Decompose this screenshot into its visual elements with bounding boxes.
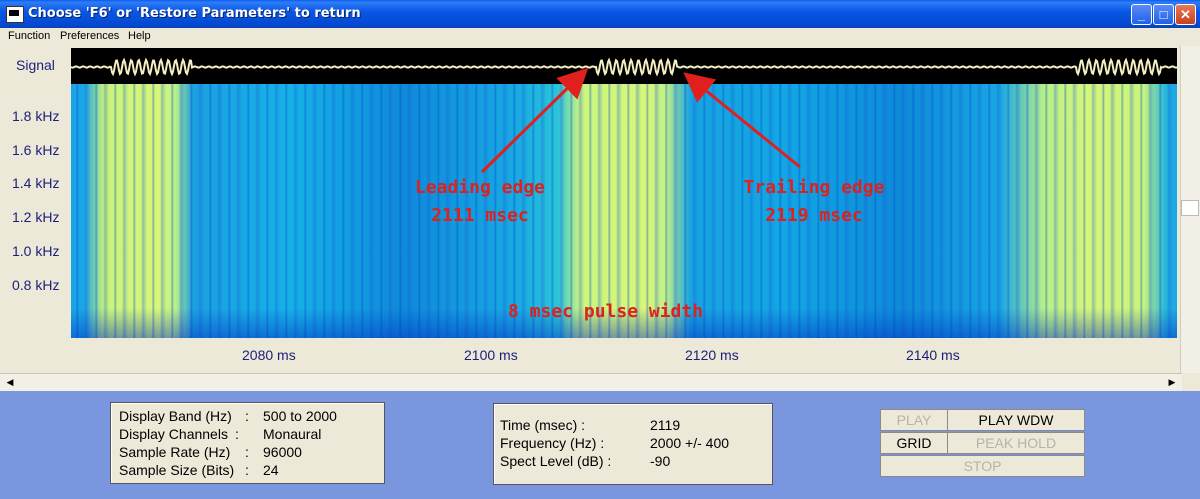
grid-button[interactable]: GRID bbox=[880, 432, 948, 454]
pulse-width-annotation: 8 msec pulse width bbox=[508, 301, 704, 322]
cursor-label: Frequency (Hz) : bbox=[500, 435, 605, 451]
info-value: 24 bbox=[263, 462, 279, 478]
y-tick-label: 1.8 kHz bbox=[12, 108, 60, 124]
trailing-edge-time: 2119 msec bbox=[765, 205, 863, 226]
info-label: Sample Rate (Hz) bbox=[119, 444, 231, 460]
x-tick-label: 2140 ms bbox=[906, 347, 960, 363]
y-tick-label: 1.0 kHz bbox=[12, 243, 60, 259]
x-tick-label: 2100 ms bbox=[464, 347, 518, 363]
minimize-button[interactable]: _ bbox=[1131, 4, 1152, 25]
info-label: Sample Size (Bits) bbox=[119, 462, 235, 478]
y-tick-label: 1.4 kHz bbox=[12, 175, 60, 191]
info-label: Display Band (Hz) bbox=[119, 408, 232, 424]
maximize-button[interactable]: □ bbox=[1153, 4, 1174, 25]
stop-button[interactable]: STOP bbox=[880, 455, 1085, 477]
frequency-value: 2000 +/- 400 bbox=[650, 435, 730, 451]
vertical-scroll-thumb[interactable] bbox=[1181, 200, 1199, 216]
info-sep: : bbox=[245, 408, 249, 424]
y-tick-label: 0.8 kHz bbox=[12, 277, 60, 293]
title-bar[interactable]: Choose 'F6' or 'Restore Parameters' to r… bbox=[0, 0, 1200, 28]
size-grip bbox=[1182, 373, 1200, 391]
info-label: Display Channels bbox=[119, 426, 228, 442]
horizontal-scrollbar[interactable]: ◀ ▶ bbox=[0, 373, 1182, 391]
play-button[interactable]: PLAY bbox=[880, 409, 948, 431]
trailing-edge-annotation: Trailing edge 2119 msec bbox=[720, 174, 908, 230]
cursor-label: Spect Level (dB) : bbox=[500, 453, 612, 469]
menu-help[interactable]: Help bbox=[128, 30, 151, 42]
cursor-label: Time (msec) : bbox=[500, 417, 586, 433]
close-button[interactable]: ✕ bbox=[1175, 4, 1196, 25]
peak-hold-button[interactable]: PEAK HOLD bbox=[947, 432, 1085, 454]
time-value: 2119 bbox=[650, 417, 681, 433]
leading-edge-time: 2111 msec bbox=[431, 205, 529, 226]
signal-strip bbox=[70, 48, 1178, 84]
menu-bar: Function Preferences Help bbox=[0, 28, 1200, 46]
info-value: Monaural bbox=[263, 426, 322, 442]
menu-function[interactable]: Function bbox=[8, 30, 50, 42]
info-sep: : bbox=[245, 462, 249, 478]
cursor-info-panel: Time (msec) : Frequency (Hz) : Spect Lev… bbox=[493, 403, 773, 485]
x-tick-label: 2120 ms bbox=[685, 347, 739, 363]
info-sep: : bbox=[235, 426, 239, 442]
info-value: 96000 bbox=[263, 444, 302, 460]
y-tick-label: 1.2 kHz bbox=[12, 209, 60, 225]
signal-trace bbox=[70, 57, 1178, 77]
menu-preferences[interactable]: Preferences bbox=[60, 30, 119, 42]
app-window: Choose 'F6' or 'Restore Parameters' to r… bbox=[0, 0, 1200, 499]
window-title: Choose 'F6' or 'Restore Parameters' to r… bbox=[28, 6, 361, 21]
play-window-button[interactable]: PLAY WDW bbox=[947, 409, 1085, 431]
info-value: 500 to 2000 bbox=[263, 408, 337, 424]
scroll-right-icon[interactable]: ▶ bbox=[1164, 374, 1180, 390]
display-info-panel: Display Band (Hz) Display Channels Sampl… bbox=[110, 402, 385, 484]
signal-waveform bbox=[70, 57, 1178, 77]
y-tick-label: 1.6 kHz bbox=[12, 142, 60, 158]
app-icon bbox=[6, 6, 24, 23]
info-sep: : bbox=[245, 444, 249, 460]
leading-edge-label: Leading edge bbox=[414, 177, 546, 198]
signal-label: Signal bbox=[16, 57, 55, 73]
scroll-left-icon[interactable]: ◀ bbox=[2, 374, 18, 390]
spect-level-value: -90 bbox=[650, 453, 671, 469]
trailing-edge-label: Trailing edge bbox=[743, 177, 885, 198]
leading-edge-annotation: Leading edge 2111 msec bbox=[394, 174, 566, 230]
x-tick-label: 2080 ms bbox=[242, 347, 296, 363]
